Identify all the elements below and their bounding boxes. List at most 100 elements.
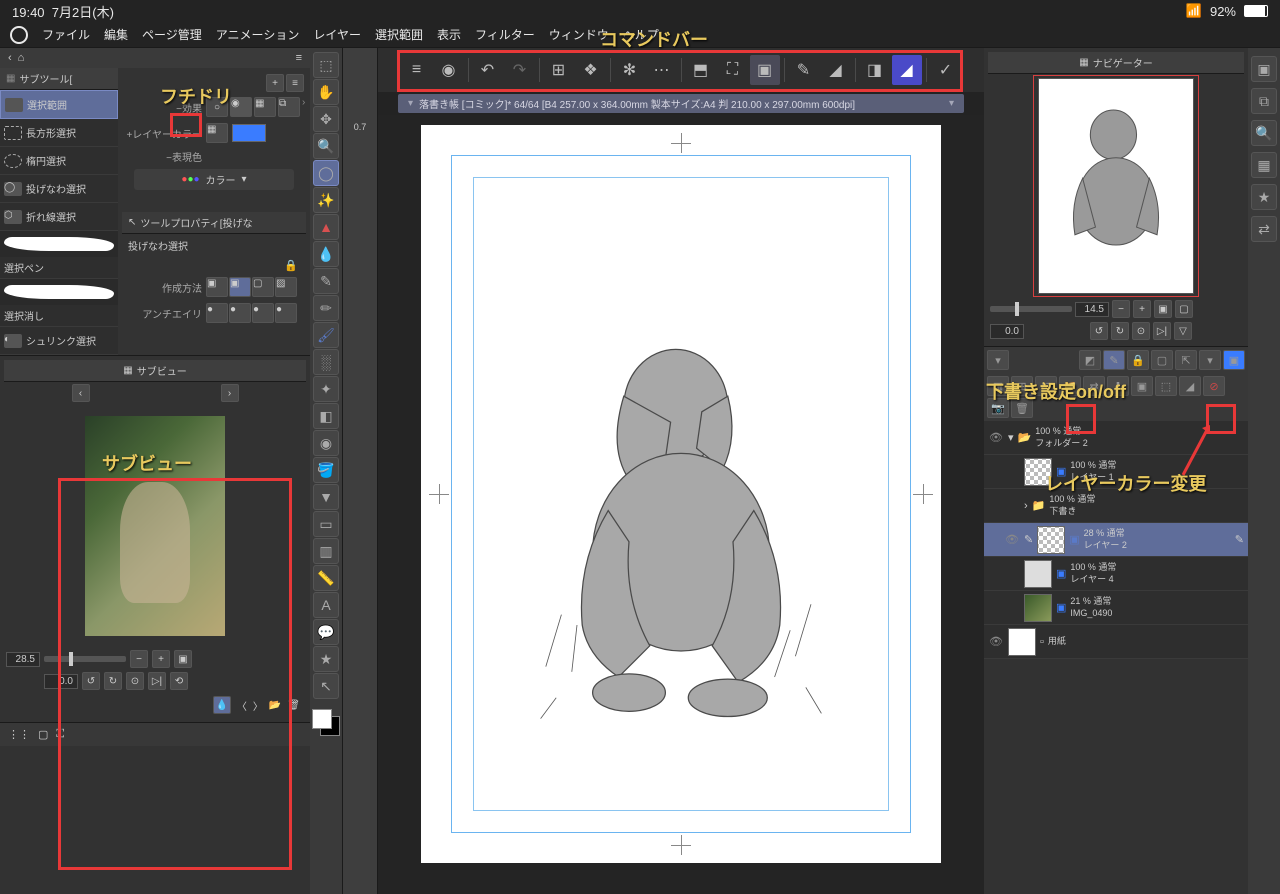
menu-file[interactable]: ファイル <box>42 26 90 43</box>
effect-border[interactable]: ◉ <box>230 97 252 117</box>
layer-item[interactable]: ▣ 100 % 通常レイヤー 1 <box>984 455 1248 489</box>
layer-folder[interactable]: 👁 ▾ 📂 100 % 通常フォルダー 2 <box>984 421 1248 455</box>
draft-icon[interactable]: ✎ <box>1103 350 1125 370</box>
apply-mask-icon[interactable]: ⬚ <box>1155 376 1177 396</box>
back-icon[interactable]: ‹ <box>8 52 12 64</box>
menu-icon[interactable]: ≡ <box>286 74 304 92</box>
balloon-icon[interactable]: 💬 <box>313 619 339 645</box>
eraser-icon[interactable]: ◧ <box>313 403 339 429</box>
layer-folder2[interactable]: › 📁 100 % 通常下書き <box>984 489 1248 523</box>
next-icon[interactable]: 〉 <box>253 698 263 713</box>
reset-icon[interactable]: ⊙ <box>126 672 144 690</box>
effect-none[interactable]: ○ <box>206 97 228 117</box>
merge-icon[interactable]: ⬇ <box>1107 376 1129 396</box>
grip-icon[interactable]: ⋮⋮ <box>8 728 30 741</box>
swirl-icon[interactable]: ◉ <box>434 55 464 85</box>
menu-view[interactable]: 表示 <box>437 26 461 43</box>
chevron-down-icon[interactable]: ✓ <box>931 55 961 85</box>
prev-icon[interactable]: 〈 <box>237 698 247 713</box>
mask-expand-icon[interactable]: ⇱ <box>1175 350 1197 370</box>
camera-icon[interactable]: 📷 <box>987 398 1009 418</box>
layer-color-btn[interactable]: ▣ <box>1223 350 1245 370</box>
navigator-thumb[interactable] <box>1038 78 1194 294</box>
folder-chevron[interactable]: › <box>1024 500 1028 512</box>
lasso-icon[interactable]: ◯ <box>313 160 339 186</box>
open-icon[interactable]: 📂 <box>269 700 281 711</box>
method-sub[interactable]: ▢ <box>252 277 274 297</box>
folder-chevron[interactable]: ▾ <box>1008 431 1014 444</box>
panel5-icon[interactable]: ★ <box>1251 184 1277 210</box>
fill-icon[interactable]: 🪣 <box>313 457 339 483</box>
correct-icon[interactable]: ↖ <box>313 673 339 699</box>
zoom-icon[interactable]: 🔍 <box>313 133 339 159</box>
nav-reset[interactable]: ⊙ <box>1132 322 1150 340</box>
method-new[interactable]: ▣ <box>206 277 228 297</box>
zoom-in-icon[interactable]: + <box>152 650 170 668</box>
eraser2-icon[interactable]: ◨ <box>860 55 890 85</box>
panel1-icon[interactable]: ▣ <box>1251 56 1277 82</box>
mask-icon[interactable]: ▣ <box>1131 376 1153 396</box>
layer-color-toggle[interactable]: ▦ <box>206 123 228 143</box>
layer-paper[interactable]: 👁 ▫ 用紙 <box>984 625 1248 659</box>
menu-help[interactable]: ヘルプ <box>623 26 659 43</box>
nav-right[interactable]: › <box>221 384 239 402</box>
cube-icon[interactable]: ⬚ <box>313 52 339 78</box>
eyedropper-icon[interactable]: 💧 <box>213 696 231 714</box>
aa-none[interactable]: ● <box>206 303 228 323</box>
lock-icon[interactable]: 🔒 <box>1127 350 1149 370</box>
crop-icon[interactable]: ⛶ <box>718 55 748 85</box>
fg-color[interactable] <box>312 709 332 729</box>
zoom-out-icon[interactable]: − <box>130 650 148 668</box>
layer-item-selected[interactable]: 👁 ✎ ▣ 28 % 通常レイヤー 2 ✎ <box>984 523 1248 557</box>
layer-item[interactable]: ▣ 21 % 通常IMG_0490 <box>984 591 1248 625</box>
pencil-icon[interactable]: ✏ <box>313 295 339 321</box>
text-icon[interactable]: A <box>313 592 339 618</box>
new-raster-icon[interactable]: ⊞ <box>1011 376 1033 396</box>
menu-edit[interactable]: 編集 <box>104 26 128 43</box>
nav-zoom-out[interactable]: − <box>1112 300 1130 318</box>
canvas-viewport[interactable] <box>378 115 984 894</box>
window-icon[interactable]: ▢ <box>38 728 48 741</box>
new-vector-icon[interactable]: ⊞ <box>1035 376 1057 396</box>
subtool-shrink[interactable]: ◐シュリンク選択 <box>0 327 118 355</box>
highlight-icon[interactable]: ◢ <box>892 55 922 85</box>
panel2-icon[interactable]: ⧉ <box>1251 88 1277 114</box>
expand-icon[interactable]: ⛶ <box>56 728 64 741</box>
move-icon[interactable]: ✥ <box>313 106 339 132</box>
chevron-right-icon[interactable]: › <box>302 97 305 117</box>
menu-filter[interactable]: フィルター <box>475 26 535 43</box>
effect-tone[interactable]: ▦ <box>254 97 276 117</box>
brush-icon[interactable]: 🖌 <box>313 322 339 348</box>
gradient-icon[interactable]: ▼ <box>313 484 339 510</box>
subtool-ellipse[interactable]: 楕円選択 <box>0 147 118 175</box>
pen-icon[interactable]: ✎ <box>313 268 339 294</box>
delete-layer-icon[interactable]: 🗑 <box>1011 398 1033 418</box>
layer-color-swatch[interactable] <box>232 124 266 142</box>
star-icon[interactable]: ★ <box>313 646 339 672</box>
nav-zoom-slider[interactable] <box>990 306 1072 312</box>
menu-layer[interactable]: レイヤー <box>313 26 361 43</box>
subtool-selerase[interactable]: 選択消し <box>0 305 118 327</box>
expression-dropdown[interactable]: ●●● カラー ▾ <box>134 169 294 190</box>
hamburger-icon[interactable]: ≡ <box>402 55 432 85</box>
undo-icon[interactable]: ↶ <box>473 55 503 85</box>
subtool-selection[interactable]: 選択範囲 <box>0 90 118 119</box>
layers-icon[interactable]: ❖ <box>576 55 606 85</box>
app-logo-icon[interactable] <box>10 26 28 44</box>
eye-icon[interactable]: 👁 <box>988 431 1004 444</box>
effect-layer[interactable]: ⧉ <box>278 97 300 117</box>
subtool-rect[interactable]: 長方形選択 <box>0 119 118 147</box>
rotate-cw-icon[interactable]: ↻ <box>104 672 122 690</box>
layer-item[interactable]: ▣ 100 % 通常レイヤー 4 <box>984 557 1248 591</box>
panel6-icon[interactable]: ⇄ <box>1251 216 1277 242</box>
nav-ccw[interactable]: ↺ <box>1090 322 1108 340</box>
airbrush-icon[interactable]: ░ <box>313 349 339 375</box>
add-icon[interactable]: + <box>266 74 284 92</box>
subview-rotation[interactable]: 0.0 <box>44 674 78 689</box>
method-add[interactable]: ▣ <box>229 277 251 297</box>
frame-icon[interactable]: ▥ <box>313 538 339 564</box>
aa-strong[interactable]: ● <box>275 303 297 323</box>
nav-zoom-in[interactable]: + <box>1133 300 1151 318</box>
nav-zoom[interactable]: 14.5 <box>1075 302 1109 317</box>
subview-image[interactable] <box>85 416 225 636</box>
